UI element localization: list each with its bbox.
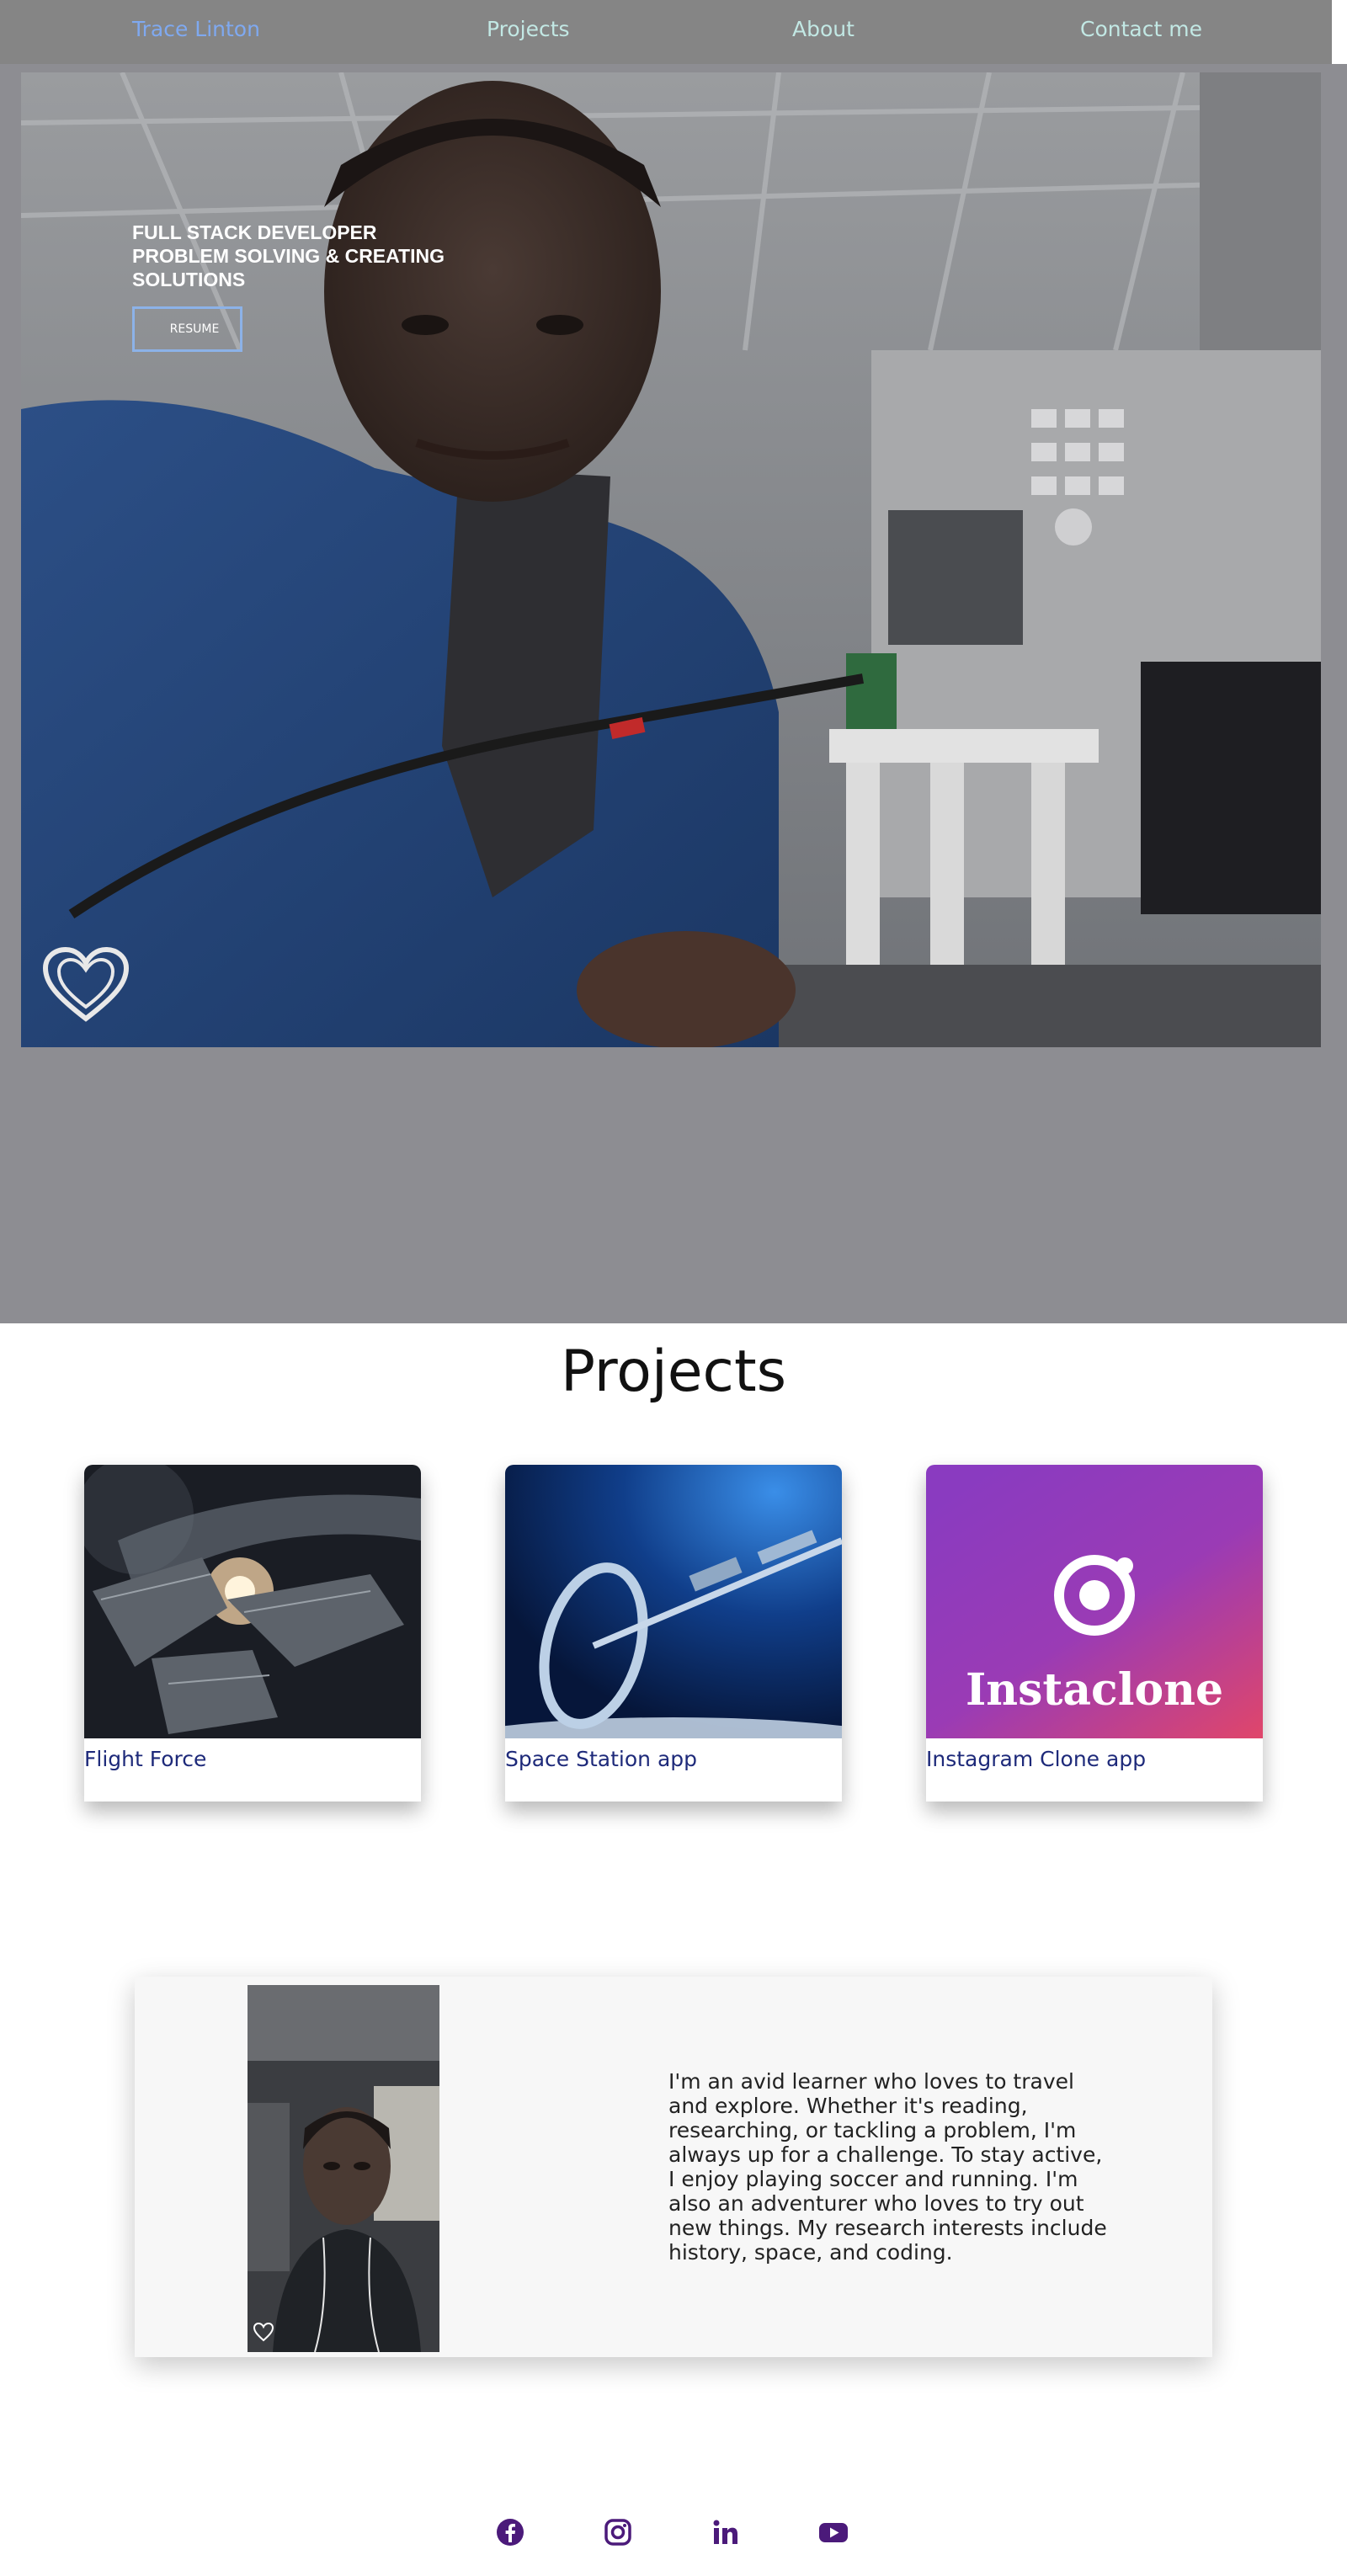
instaclone-logo-text: Instaclone: [966, 1664, 1223, 1716]
youtube-icon[interactable]: [818, 2517, 849, 2547]
hero-photo: [21, 72, 1321, 1047]
heart-outline-icon[interactable]: [40, 945, 131, 1025]
projects-heading: Projects: [560, 1339, 787, 1405]
hero-line-2: PROBLEM SOLVING & CREATING: [132, 245, 445, 267]
nav-link-contact[interactable]: Contact me: [1080, 17, 1202, 41]
facebook-icon[interactable]: [495, 2517, 525, 2547]
heart-outline-icon[interactable]: [253, 2322, 274, 2342]
profile-photo: [248, 1985, 439, 2352]
nav-link-projects[interactable]: Projects: [487, 17, 570, 41]
hero-line-3: SOLUTIONS: [132, 269, 246, 290]
hero-line-1: FULL STACK DEVELOPER: [132, 221, 377, 243]
project-title[interactable]: Instagram Clone app: [926, 1747, 1263, 1771]
space-station-image: [505, 1465, 842, 1738]
project-card-space-station[interactable]: Space Station app: [505, 1465, 842, 1802]
linkedin-icon[interactable]: [711, 2517, 741, 2547]
hero-tagline: FULL STACK DEVELOPER PROBLEM SOLVING & C…: [132, 221, 486, 291]
project-card-instagram-clone[interactable]: Instaclone Instagram Clone app: [926, 1465, 1263, 1802]
resume-button[interactable]: RESUME: [132, 306, 242, 352]
project-title[interactable]: Flight Force: [84, 1747, 421, 1771]
instagram-icon[interactable]: [603, 2517, 633, 2547]
top-nav: Trace Linton Projects About Contact me: [0, 0, 1332, 64]
about-description: I'm an avid learner who loves to travel …: [668, 2069, 1107, 2265]
nav-link-about[interactable]: About: [792, 17, 855, 41]
brand-link[interactable]: Trace Linton: [132, 17, 260, 41]
project-card-flight-force[interactable]: Flight Force: [84, 1465, 421, 1802]
instaclone-logo-image: Instaclone: [926, 1465, 1263, 1738]
project-title[interactable]: Space Station app: [505, 1747, 842, 1771]
spaceship-battle-image: [84, 1465, 421, 1738]
about-section: I'm an avid learner who loves to travel …: [135, 1977, 1212, 2357]
